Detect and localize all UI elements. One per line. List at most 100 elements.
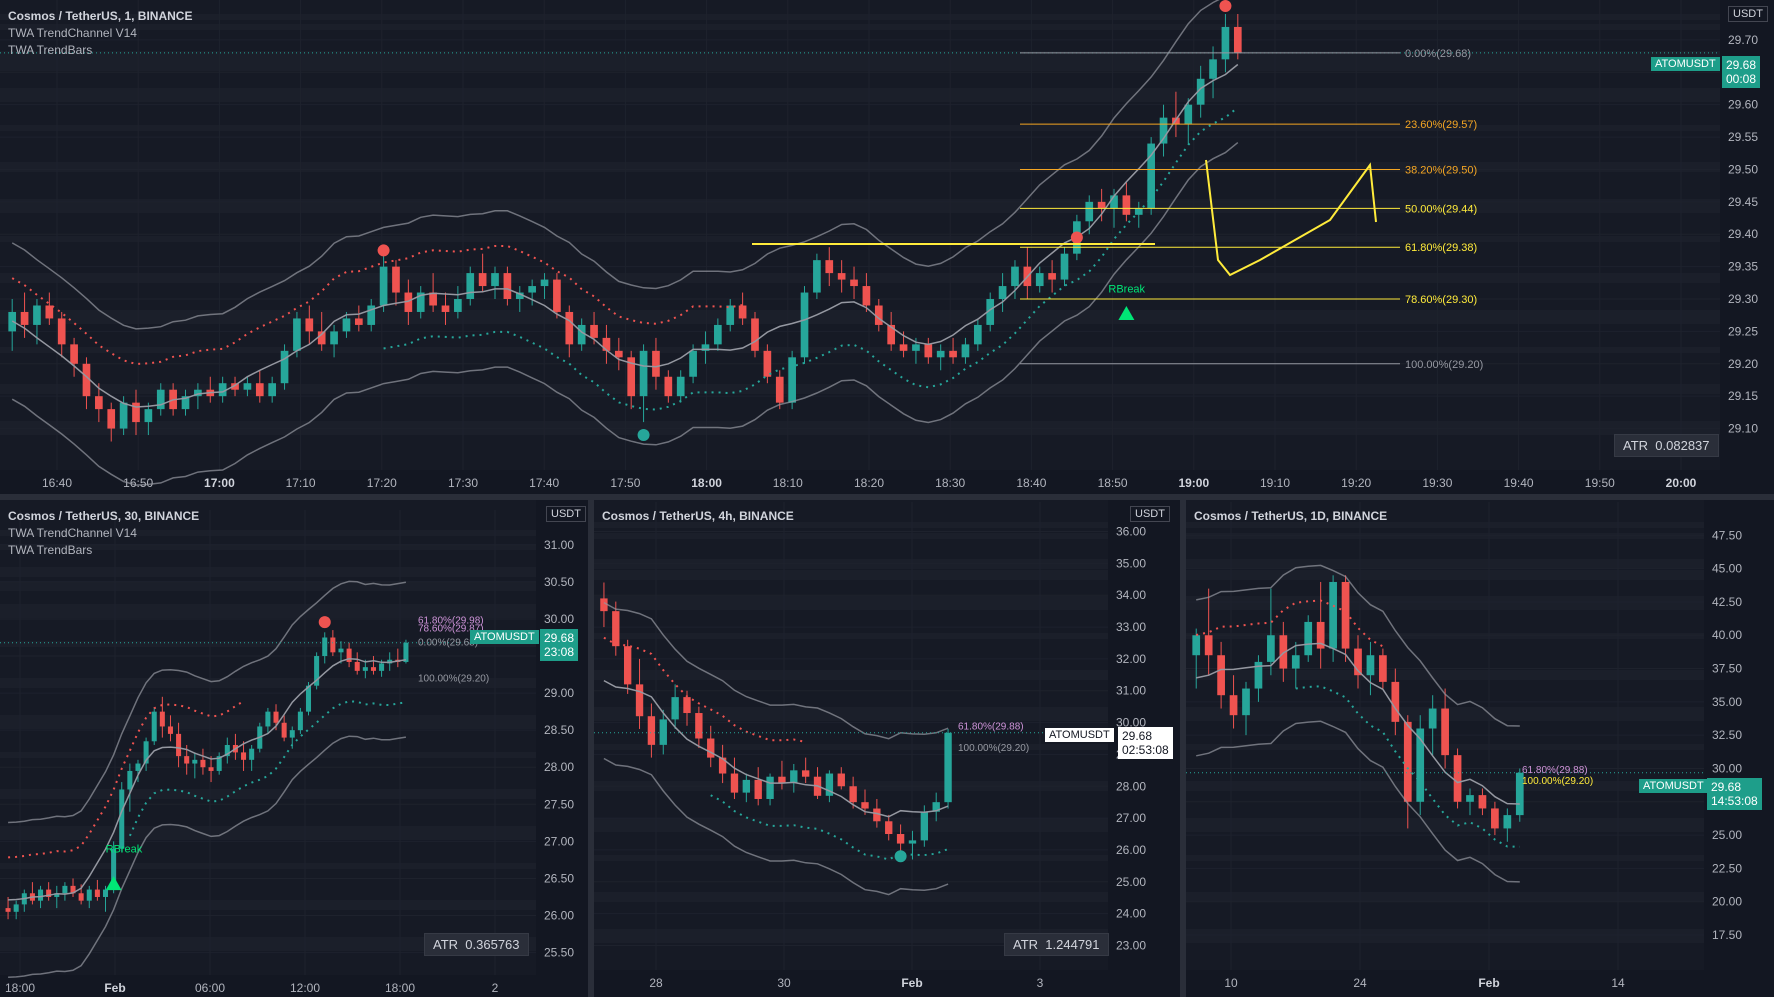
y-tick-label: 29.35 — [1728, 260, 1758, 274]
x-tick-label: 18:20 — [854, 476, 884, 490]
volume-band — [0, 61, 1720, 71]
candle-body — [936, 350, 945, 358]
candle-body — [676, 376, 685, 397]
candle-body — [1267, 635, 1275, 662]
pane-divider-horizontal[interactable] — [0, 494, 1774, 500]
pivot-high-marker — [1070, 231, 1083, 244]
x-tick-label: 17:10 — [286, 476, 316, 490]
candle-body — [664, 376, 673, 397]
volume-band — [0, 88, 1720, 102]
candle-body — [1221, 26, 1230, 60]
candle-body — [156, 389, 165, 410]
candle-body — [1192, 635, 1201, 656]
candle-body — [1184, 104, 1193, 125]
y-tick-label: 25.00 — [1116, 875, 1146, 889]
candle-body — [920, 811, 929, 841]
x-tick-label: 19:20 — [1341, 476, 1371, 490]
volume-band — [0, 581, 536, 591]
candle-body — [800, 292, 809, 358]
candle-body — [1466, 795, 1474, 802]
candle-body — [1478, 795, 1487, 809]
symbol-title[interactable]: Cosmos / TetherUS, 30, BINANCE — [8, 508, 199, 525]
chart-layout: 29.7029.6529.6029.5529.5029.4529.4029.35… — [0, 0, 1774, 997]
y-tick-label: 40.00 — [1712, 628, 1742, 642]
candle-body — [1229, 695, 1238, 716]
candle-body — [924, 344, 933, 358]
atr-label: ATR — [1623, 438, 1649, 453]
y-tick-label: 36.00 — [1116, 525, 1146, 539]
candle-body — [565, 311, 574, 345]
candle-body — [1441, 708, 1449, 756]
volume-band — [0, 826, 536, 840]
y-tick-label: 29.50 — [1728, 162, 1758, 176]
candle-body — [1204, 635, 1213, 656]
pane-30min[interactable]: 31.0030.5030.0029.5029.0028.5028.0027.50… — [0, 500, 588, 997]
chart-1min-svg[interactable]: 29.7029.6529.6029.5529.5029.4529.4029.35… — [0, 0, 1774, 494]
chart-30min-svg[interactable]: 31.0030.5030.0029.5029.0028.5028.0027.50… — [0, 500, 588, 997]
candle-body — [695, 713, 703, 739]
candle-body — [614, 350, 623, 358]
candle-body — [730, 773, 739, 793]
pane-1min[interactable]: 29.7029.6529.6029.5529.5029.4529.4029.35… — [0, 0, 1774, 494]
y-tick-label: 34.00 — [1116, 588, 1146, 602]
indicator-trendchannel[interactable]: TWA TrendChannel V14 — [8, 525, 199, 542]
indicator-trendbars[interactable]: TWA TrendBars — [8, 42, 192, 59]
currency-unit[interactable]: USDT — [1728, 6, 1768, 22]
candle-body — [192, 759, 198, 764]
candle-body — [973, 324, 982, 345]
y-tick-label: 29.60 — [1728, 98, 1758, 112]
indicator-trendbars[interactable]: TWA TrendBars — [8, 542, 199, 559]
fib-level-label: 61.80%(29.88) — [958, 721, 1024, 732]
pivot-high-marker — [1219, 0, 1232, 12]
candle-body — [268, 383, 277, 397]
symbol-title[interactable]: Cosmos / TetherUS, 4h, BINANCE — [602, 508, 794, 525]
candle-body — [1233, 26, 1242, 53]
volume-band — [594, 596, 1108, 610]
y-tick-label: 25.50 — [544, 946, 574, 960]
candle-body — [766, 776, 774, 799]
y-tick-label: 24.00 — [1116, 907, 1146, 921]
chart-4h-svg[interactable]: 36.0035.0034.0033.0032.0031.0030.0029.00… — [594, 500, 1180, 997]
symbol-title[interactable]: Cosmos / TetherUS, 1, BINANCE — [8, 8, 192, 25]
y-tick-label: 25.00 — [1712, 828, 1742, 842]
pane-divider-vertical[interactable] — [588, 500, 594, 997]
candle-body — [362, 667, 368, 671]
volume-band — [1186, 570, 1704, 580]
candle-body — [280, 350, 289, 384]
y-tick-label: 23.00 — [1116, 938, 1146, 952]
x-tick-label: 24 — [1353, 976, 1367, 990]
volume-band — [0, 567, 536, 577]
candle-body — [652, 350, 660, 377]
last-price-box: 29.68 14:53:08 — [1707, 778, 1762, 810]
pane-divider-vertical[interactable] — [1180, 500, 1186, 997]
candle-body — [1011, 266, 1019, 287]
y-tick-label: 26.00 — [1116, 843, 1146, 857]
atr-value: 0.082837 — [1655, 438, 1710, 453]
candle-body — [243, 383, 252, 390]
x-tick-label: 19:00 — [1178, 476, 1209, 490]
volume-band — [594, 855, 1108, 861]
pivot-high-marker — [377, 244, 390, 257]
symbol-price-tag: ATOMUSDT — [1639, 779, 1708, 793]
y-tick-label: 20.00 — [1712, 895, 1742, 909]
x-tick-label: 12:00 — [290, 981, 320, 995]
x-tick-label: 17:00 — [204, 476, 235, 490]
pane-4h[interactable]: 36.0035.0034.0033.0032.0031.0030.0029.00… — [594, 500, 1180, 997]
y-tick-label: 33.00 — [1116, 620, 1146, 634]
candle-body — [491, 273, 499, 287]
candle-body — [135, 763, 141, 771]
currency-unit[interactable]: USDT — [1130, 506, 1170, 522]
candle-body — [1085, 201, 1094, 222]
x-tick-label: 18:40 — [1016, 476, 1046, 490]
pane-1d[interactable]: 47.50 45.00 42.50 40.00 37.50 35.00 32.50 30.00… — [1186, 500, 1774, 997]
volume-band — [1186, 670, 1704, 680]
candle-body — [144, 409, 153, 423]
symbol-title[interactable]: Cosmos / TetherUS, 1D, BINANCE — [1194, 508, 1387, 525]
volume-band — [594, 633, 1108, 639]
candle-body — [45, 305, 54, 319]
currency-unit[interactable]: USDT — [546, 506, 586, 522]
y-tick-label: 35.00 — [1116, 556, 1146, 570]
volume-band — [1186, 781, 1704, 791]
chart-1d-svg[interactable]: 47.50 45.00 42.50 40.00 37.50 35.00 32.50 30.00… — [1186, 500, 1774, 997]
indicator-trendchannel[interactable]: TWA TrendChannel V14 — [8, 25, 192, 42]
